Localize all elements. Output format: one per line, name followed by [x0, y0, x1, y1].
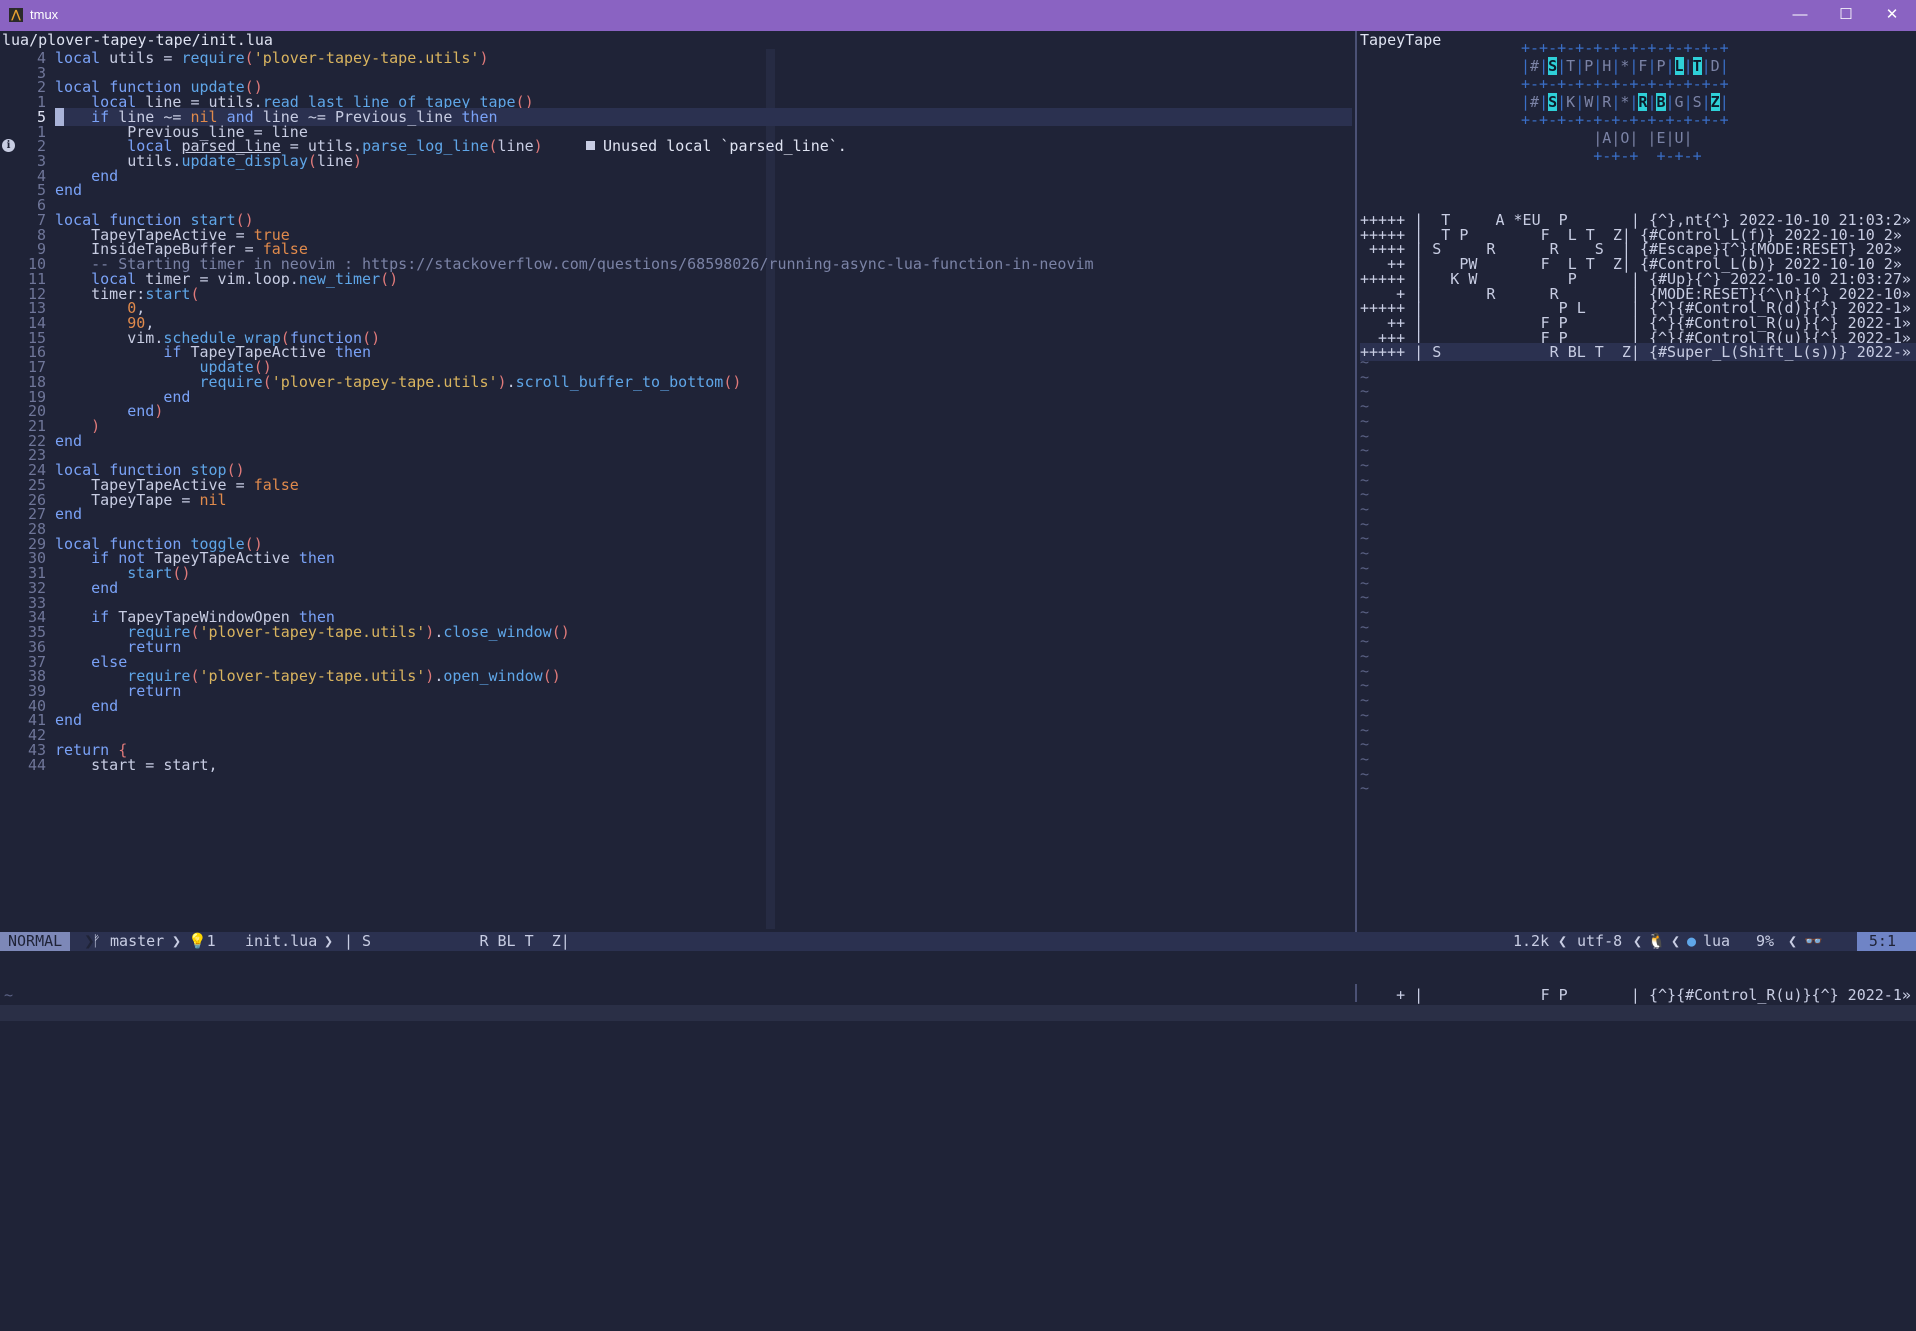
- tape-entry[interactable]: +++++ | S R BL T Z| {#Super_L(Shift_L(s)…: [1360, 343, 1916, 362]
- lua-icon: ●: [1687, 932, 1697, 950]
- pane-divider[interactable]: [1355, 31, 1357, 933]
- code-text: end: [55, 431, 83, 450]
- file-size: 1.2k: [1513, 932, 1550, 950]
- diagnostics-count[interactable]: 💡1: [188, 932, 216, 951]
- scroll-percent: 9%: [1756, 932, 1775, 950]
- code-text: start = start,: [55, 755, 218, 774]
- status-filename: init.lua: [245, 932, 318, 950]
- git-branch[interactable]: ᚠ master: [92, 932, 164, 951]
- line-number: 44: [27, 755, 46, 774]
- pane-divider-bottom: [1355, 984, 1357, 1002]
- linux-icon: 🐧: [1647, 932, 1666, 950]
- chevron-left-icon: ❮: [1633, 932, 1643, 950]
- tilde-marker: ~: [4, 986, 14, 1004]
- chevron-icon: ❯: [324, 932, 334, 950]
- chevron-icon: ❯: [172, 932, 182, 950]
- chevron-left-icon: ❮: [1671, 932, 1681, 950]
- info-icon[interactable]: i: [2, 139, 15, 153]
- status-stroke: | S R BL T Z|: [344, 932, 570, 950]
- chevron-left-icon: ❮: [1558, 932, 1568, 950]
- diagnostic-square-icon: [586, 141, 595, 151]
- chevron-left-icon: ❮: [1788, 932, 1798, 950]
- code-text: end: [55, 711, 83, 730]
- editor-file-path: lua/plover-tapey-tape/init.lua: [2, 31, 273, 49]
- code-text: end: [55, 181, 83, 200]
- editor-pane[interactable]: 4 local utils = require('plover-tapey-tap…: [0, 49, 1355, 932]
- tmux-app-icon: ⋀: [9, 8, 23, 22]
- empty-line-tilde: ~: [1360, 779, 1370, 798]
- close-button[interactable]: ✕: [1869, 0, 1915, 31]
- minimize-button[interactable]: —: [1777, 0, 1823, 31]
- tape-title: TapeyTape: [1360, 31, 1442, 49]
- code-text: end: [55, 505, 83, 524]
- maximize-button[interactable]: ☐: [1823, 0, 1869, 31]
- statusline: NORMAL ❯ ᚠ master ❯ 💡1 init.lua ❯ | S R …: [0, 932, 1916, 951]
- diagnostic-virtual-text: Unused local `parsed_line`.: [586, 137, 847, 155]
- code-text: end: [91, 578, 119, 597]
- glasses-icon: 👓: [1804, 932, 1823, 950]
- window-titlebar: ⋀ tmux — ☐ ✕: [0, 0, 1916, 31]
- file-type: lua: [1703, 932, 1731, 950]
- diagnostic-message: Unused local `parsed_line`.: [603, 137, 847, 156]
- window-title: tmux: [30, 7, 59, 22]
- cursor-position: 5:1: [1856, 932, 1916, 951]
- code-text: local utils = require('plover-tapey-tape…: [55, 49, 489, 67]
- tmux-status-strip: [0, 1005, 1916, 1021]
- tapey-tape-pane[interactable]: TapeyTape +-+-+-+-+-+-+-+-+-+-+-+ |#|S|T…: [1360, 31, 1916, 933]
- file-encoding: utf-8: [1577, 932, 1623, 950]
- mode-indicator: NORMAL: [0, 932, 71, 951]
- tape-bottom-entry: + | F P | {^}{#Control_R(u)}{^} 2022-1»: [1360, 986, 1911, 1004]
- steno-diagram: +-+-+-+-+-+-+-+-+-+-+-+ |#|S|T|P|H|*|F|P…: [1521, 39, 1729, 165]
